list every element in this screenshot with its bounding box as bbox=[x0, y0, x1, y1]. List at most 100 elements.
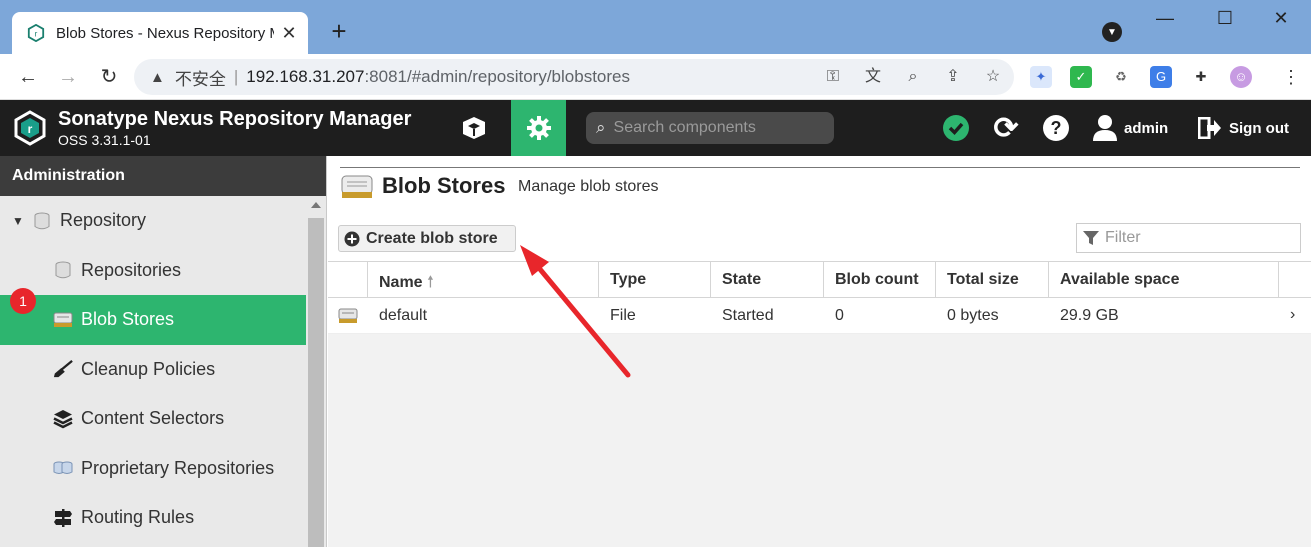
sidebar-item-proprietary-repositories[interactable]: Proprietary Repositories bbox=[0, 444, 306, 494]
sign-out-icon bbox=[1198, 117, 1221, 139]
column-header-blob-count[interactable]: Blob count bbox=[824, 262, 936, 298]
table-row[interactable]: default File Started 0 0 bytes 29.9 GB › bbox=[328, 298, 1311, 334]
app-version: OSS 3.31.1-01 bbox=[58, 132, 151, 148]
username: admin bbox=[1124, 119, 1169, 137]
sort-ascending-icon: 🠕 bbox=[427, 274, 434, 291]
extension-translate-icon[interactable]: G bbox=[1150, 66, 1172, 88]
sidebar-item-cleanup-policies[interactable]: Cleanup Policies bbox=[0, 345, 306, 395]
sidebar-item-label: Content Selectors bbox=[81, 408, 225, 429]
reload-icon[interactable]: ↻ bbox=[96, 64, 122, 90]
maximize-button[interactable]: ☐ bbox=[1210, 8, 1240, 29]
scroll-thumb[interactable] bbox=[308, 218, 324, 547]
main-panel: Blob Stores Manage blob stores Create bl… bbox=[328, 156, 1311, 547]
sidebar-item-repositories[interactable]: Repositories bbox=[0, 246, 306, 296]
app-header: r Sonatype Nexus Repository Manager OSS … bbox=[0, 100, 1311, 156]
extension-shield-icon[interactable]: ✓ bbox=[1070, 66, 1092, 88]
sign-out-button[interactable]: Sign out bbox=[1198, 100, 1289, 156]
icon-column-header bbox=[328, 262, 368, 298]
svg-text:r: r bbox=[35, 30, 38, 39]
column-header-state[interactable]: State bbox=[711, 262, 824, 298]
sidebar-item-label: Cleanup Policies bbox=[81, 358, 216, 379]
warning-icon: ▲ bbox=[150, 68, 165, 86]
browser-tab[interactable]: r Blob Stores - Nexus Repository Manager… bbox=[12, 12, 308, 54]
sidebar-item-label: Blob Stores bbox=[81, 309, 175, 330]
filter-input[interactable] bbox=[1105, 229, 1295, 247]
sidebar-item-label: Routing Rules bbox=[81, 507, 195, 528]
cell-total-size: 0 bytes bbox=[947, 306, 999, 324]
svg-text:r: r bbox=[28, 122, 33, 136]
scroll-up-arrow-icon[interactable] bbox=[311, 202, 321, 208]
omnibox-divider: | bbox=[233, 67, 239, 86]
column-header-type[interactable]: Type bbox=[599, 262, 711, 298]
cell-state: Started bbox=[722, 306, 774, 324]
search-components-box[interactable]: ⌕ bbox=[586, 112, 834, 144]
browser-menu-icon[interactable]: ⋮ bbox=[1282, 66, 1300, 88]
extension-recycle-icon[interactable]: ♻ bbox=[1110, 66, 1132, 88]
database-icon bbox=[53, 260, 73, 280]
create-blob-store-button[interactable]: Create blob store bbox=[338, 225, 516, 252]
new-tab-button[interactable]: + bbox=[326, 18, 352, 44]
page-title: Blob Stores bbox=[382, 173, 506, 198]
sidebar-item-label: Repositories bbox=[81, 259, 182, 280]
database-icon bbox=[32, 211, 52, 231]
refresh-icon[interactable]: ⟳ bbox=[990, 100, 1022, 156]
column-header-available-space[interactable]: Available space bbox=[1049, 262, 1279, 298]
browse-cube-icon[interactable] bbox=[450, 100, 498, 156]
tab-search-icon[interactable]: ▼ bbox=[1102, 22, 1122, 42]
server-icon bbox=[53, 310, 73, 330]
sidebar-item-routing-rules[interactable]: Routing Rules bbox=[0, 493, 306, 543]
browser-tab-bar: r Blob Stores - Nexus Repository Manager… bbox=[0, 0, 1311, 54]
bookmark-star-icon[interactable]: ☆ bbox=[982, 66, 1004, 88]
back-icon[interactable]: ← bbox=[15, 64, 41, 90]
sidebar-header: Administration bbox=[0, 156, 326, 196]
minimize-button[interactable]: — bbox=[1150, 8, 1180, 29]
plus-circle-icon bbox=[344, 231, 360, 246]
sidebar-item-repository[interactable]: ▼ Repository bbox=[0, 196, 306, 246]
grid-header: Name 🠕 Type State Blob count Total size … bbox=[328, 261, 1311, 298]
tab-title: Blob Stores - Nexus Repository Manager bbox=[56, 24, 274, 42]
browser-toolbar: ← → ↻ ▲ 不安全 | 192.168.31.207:8081/#admin… bbox=[0, 54, 1311, 100]
key-icon[interactable]: ⚿ bbox=[822, 66, 844, 88]
column-header-name[interactable]: Name 🠕 bbox=[368, 262, 599, 298]
profile-avatar-icon[interactable]: ☺ bbox=[1230, 66, 1252, 88]
zoom-icon[interactable]: ⌕ bbox=[902, 66, 924, 88]
extensions-puzzle-icon[interactable]: ✚ bbox=[1190, 66, 1212, 88]
translate-icon[interactable]: 文 bbox=[862, 66, 884, 88]
signpost-icon bbox=[53, 508, 73, 528]
search-icon: ⌕ bbox=[596, 118, 606, 137]
cell-type: File bbox=[610, 306, 636, 324]
grid-empty-area bbox=[328, 334, 1311, 547]
nexus-logo-icon: r bbox=[14, 110, 46, 146]
header-divider bbox=[340, 167, 1300, 168]
column-header-total-size[interactable]: Total size bbox=[936, 262, 1049, 298]
settings-gear-icon[interactable] bbox=[511, 100, 566, 156]
share-icon[interactable]: ⇪ bbox=[942, 66, 964, 88]
address-bar[interactable]: ▲ 不安全 | 192.168.31.207:8081/#admin/repos… bbox=[134, 59, 1014, 95]
sidebar-scrollbar[interactable] bbox=[306, 196, 326, 547]
page-subtitle: Manage blob stores bbox=[518, 178, 659, 195]
insecure-label: 不安全 bbox=[174, 69, 226, 89]
extension-bird-icon[interactable]: ✦ bbox=[1030, 66, 1052, 88]
nexus-favicon-icon: r bbox=[26, 23, 46, 43]
user-menu[interactable]: admin bbox=[1092, 100, 1168, 156]
blob-stores-grid: Name 🠕 Type State Blob count Total size … bbox=[328, 261, 1311, 334]
filter-box[interactable] bbox=[1076, 223, 1301, 253]
sign-out-label: Sign out bbox=[1229, 119, 1289, 137]
row-blob-icon bbox=[328, 307, 368, 325]
chevron-right-icon[interactable]: › bbox=[1290, 306, 1295, 324]
health-check-icon[interactable] bbox=[940, 100, 972, 156]
sidebar-item-content-selectors[interactable]: Content Selectors bbox=[0, 394, 306, 444]
filter-funnel-icon bbox=[1083, 231, 1099, 245]
tab-close-icon[interactable]: ✕ bbox=[280, 23, 298, 44]
search-input[interactable] bbox=[613, 119, 824, 137]
broom-icon bbox=[53, 359, 73, 379]
cell-blob-count: 0 bbox=[835, 306, 844, 324]
forward-icon[interactable]: → bbox=[55, 64, 81, 90]
expand-caret-icon[interactable]: ▼ bbox=[12, 214, 26, 228]
help-icon[interactable]: ? bbox=[1040, 100, 1072, 156]
svg-text:?: ? bbox=[1051, 118, 1062, 138]
sidebar-item-blob-stores[interactable]: 1 Blob Stores bbox=[0, 288, 306, 345]
user-icon bbox=[1093, 115, 1117, 141]
sidebar-item-label: Proprietary Repositories bbox=[81, 457, 275, 478]
close-window-button[interactable]: ✕ bbox=[1266, 8, 1296, 29]
